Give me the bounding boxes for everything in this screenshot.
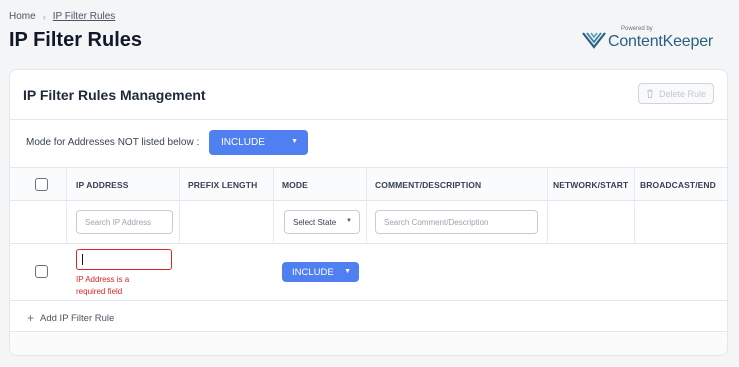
column-mode[interactable]: MODE	[282, 180, 308, 190]
caret-down-icon: ▼	[291, 138, 298, 145]
mode-filter-select[interactable]: Select State ▼	[284, 210, 360, 234]
column-comment[interactable]: COMMENT/DESCRIPTION	[375, 180, 481, 190]
ip-filter-card: IP Filter Rules Management Delete Rule M…	[9, 69, 728, 356]
ip-address-search-placeholder: Search IP Address	[85, 217, 152, 227]
filter-row: Search IP Address Select State ▼ Search …	[10, 201, 727, 244]
column-network-start[interactable]: NETWORK/START	[553, 180, 628, 190]
row-mode-value: INCLUDE	[292, 266, 334, 278]
text-cursor	[82, 254, 83, 265]
brand-name: ContentKeeper	[608, 33, 714, 50]
table-header: IP ADDRESS PREFIX LENGTH MODE COMMENT/DE…	[10, 167, 727, 201]
delete-rule-button[interactable]: Delete Rule	[638, 83, 714, 104]
table-row: IP Address is a required field INCLUDE ▼	[10, 245, 727, 301]
add-ip-filter-rule-button[interactable]: + Add IP Filter Rule	[27, 311, 114, 325]
caret-down-icon: ▼	[346, 218, 352, 224]
column-ip-address[interactable]: IP ADDRESS	[76, 180, 129, 190]
column-prefix-length[interactable]: PREFIX LENGTH	[188, 180, 257, 190]
chevron-right-icon: ›	[42, 11, 46, 22]
comment-search-input[interactable]: Search Comment/Description	[375, 210, 538, 234]
table-footer	[10, 333, 727, 355]
card-title: IP Filter Rules Management	[23, 87, 206, 103]
row-checkbox[interactable]	[35, 265, 48, 278]
default-mode-label: Mode for Addresses NOT listed below :	[26, 137, 200, 148]
page-title: IP Filter Rules	[9, 29, 143, 51]
contentkeeper-logo-icon	[582, 32, 606, 49]
powered-by-label: Powered by	[621, 26, 653, 32]
comment-search-placeholder: Search Comment/Description	[384, 217, 489, 227]
breadcrumb: Home › IP Filter Rules	[9, 11, 115, 22]
breadcrumb-home[interactable]: Home	[9, 11, 36, 22]
select-all-checkbox[interactable]	[35, 178, 48, 191]
plus-icon: +	[27, 311, 35, 325]
ip-address-search-input[interactable]: Search IP Address	[76, 210, 173, 234]
card-header: IP Filter Rules Management Delete Rule	[10, 70, 727, 120]
breadcrumb-current[interactable]: IP Filter Rules	[53, 11, 116, 22]
mode-filter-value: Select State	[293, 217, 337, 227]
ip-address-error: IP Address is a required field	[76, 275, 130, 296]
default-mode-value: INCLUDE	[221, 137, 265, 148]
default-mode-select[interactable]: INCLUDE ▼	[209, 130, 308, 155]
column-broadcast-end[interactable]: BROADCAST/END	[640, 180, 716, 190]
ip-address-input[interactable]	[76, 249, 172, 270]
add-rule-row: + Add IP Filter Rule	[10, 301, 727, 332]
delete-rule-label: Delete Rule	[658, 88, 707, 99]
caret-down-icon: ▼	[344, 268, 351, 275]
add-ip-filter-rule-label: Add IP Filter Rule	[40, 312, 115, 324]
brand-logo: Powered by ContentKeeper	[581, 26, 731, 52]
trash-icon	[646, 89, 653, 98]
row-mode-select[interactable]: INCLUDE ▼	[282, 262, 359, 282]
